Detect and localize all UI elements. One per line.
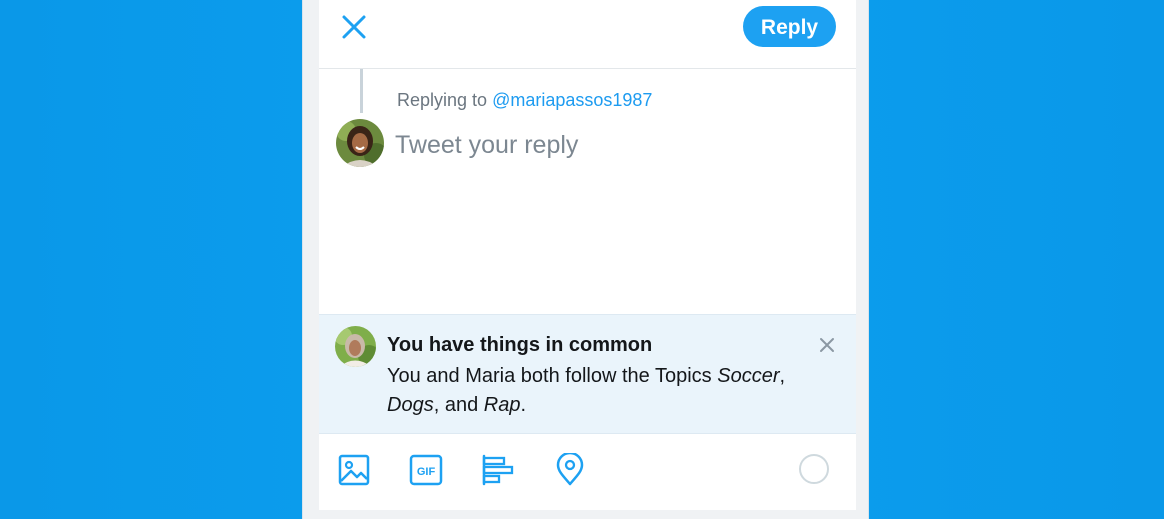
banner-sep-2: , and [433, 394, 479, 416]
replying-prefix: Replying to [397, 90, 488, 110]
top-bar: Reply [319, 0, 856, 69]
replying-handle-link[interactable]: @mariapassos1987 [492, 90, 652, 110]
banner-dismiss-button[interactable] [817, 335, 837, 355]
close-button[interactable] [339, 12, 369, 42]
banner-body: You and Maria both follow the Topics Soc… [387, 362, 827, 420]
reply-button[interactable]: Reply [743, 6, 836, 47]
poll-icon [482, 454, 514, 486]
thread-line [360, 69, 363, 113]
close-icon [820, 338, 834, 352]
banner-end: . [520, 394, 527, 416]
gif-label: GIF [417, 466, 436, 478]
topic-dogs: Dogs [387, 394, 434, 416]
compose-toolbar: GIF [319, 434, 856, 510]
avatar[interactable] [336, 119, 384, 167]
topic-soccer: Soccer [717, 365, 780, 387]
reply-composer: Reply Replying to @mariapassos1987 Tweet… [319, 0, 856, 510]
replying-to: Replying to @mariapassos1987 [397, 90, 652, 111]
add-location-button[interactable] [553, 451, 587, 487]
banner-avatar [335, 326, 376, 367]
banner-sep-1: , [779, 365, 786, 387]
image-icon [338, 454, 370, 486]
banner-title: You have things in common [387, 334, 653, 356]
add-image-button[interactable] [337, 453, 371, 487]
add-gif-button[interactable]: GIF [409, 453, 443, 487]
user-avatar-icon [336, 119, 384, 167]
reply-input[interactable] [395, 126, 815, 164]
common-topics-banner: You have things in common You and Maria … [319, 314, 856, 434]
location-icon [556, 451, 584, 486]
gif-icon: GIF [409, 454, 443, 486]
topic-rap: Rap [483, 394, 521, 416]
phone-frame: Reply Replying to @mariapassos1987 Tweet… [302, 0, 869, 519]
banner-body-prefix: You and Maria both follow the Topics [387, 365, 712, 387]
background: Reply Replying to @mariapassos1987 Tweet… [0, 0, 1164, 519]
close-icon [342, 15, 366, 39]
add-poll-button[interactable] [481, 453, 515, 487]
character-counter-ring [799, 454, 829, 484]
profile-photo-icon [335, 326, 376, 367]
